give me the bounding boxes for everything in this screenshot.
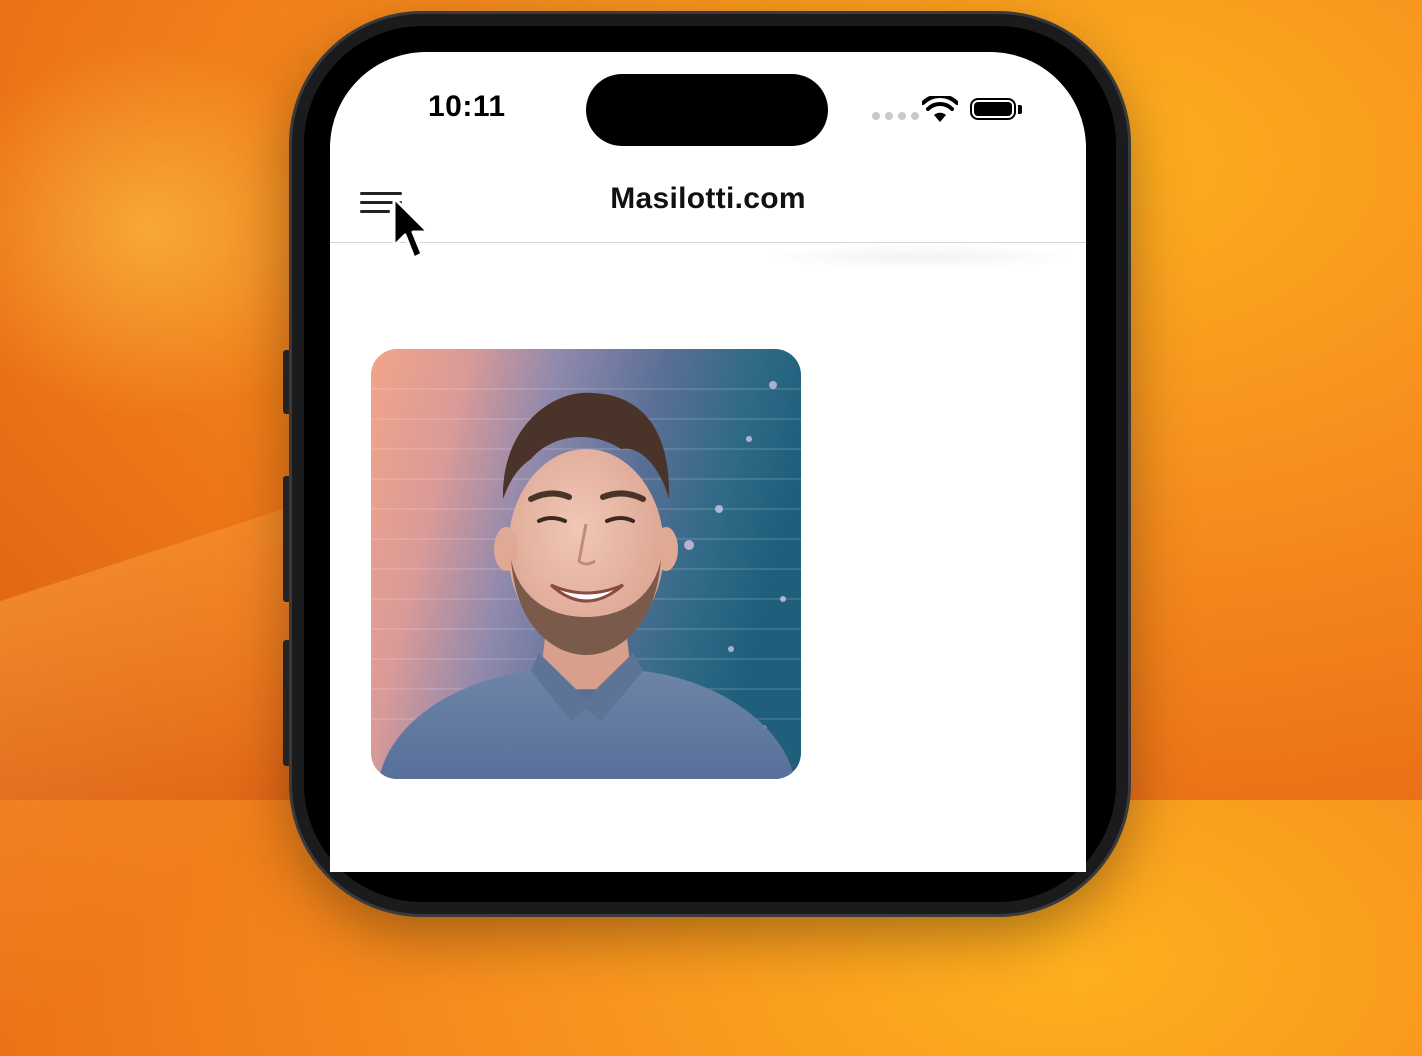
phone-screen: 10:11 Masilotti.com: [330, 52, 1086, 872]
navigation-bar: Masilotti.com: [330, 162, 1086, 243]
battery-cap: [1018, 105, 1022, 114]
battery-icon: [970, 98, 1016, 120]
volume-down-button: [283, 640, 291, 766]
cellular-signal-icon: [872, 112, 919, 120]
page-title: Masilotti.com: [610, 182, 806, 215]
profile-photo: [371, 349, 801, 779]
nav-shadow: [760, 244, 1080, 270]
mute-switch: [283, 350, 291, 414]
dynamic-island: [586, 74, 828, 146]
mouse-cursor-icon: [392, 196, 430, 260]
wifi-icon: [922, 96, 958, 122]
volume-up-button: [283, 476, 291, 602]
status-time: 10:11: [428, 90, 506, 123]
